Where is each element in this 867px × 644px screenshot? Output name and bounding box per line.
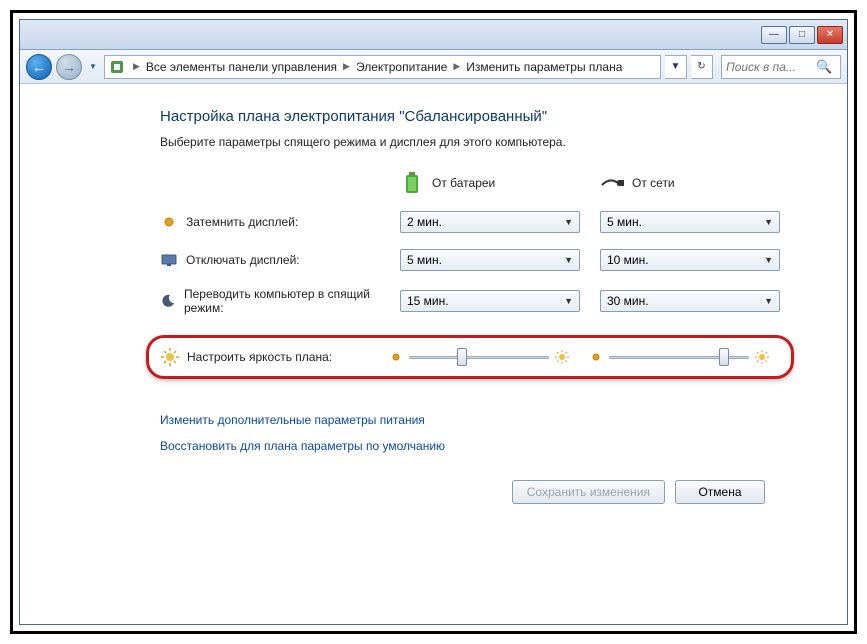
sleep-battery-dropdown[interactable]: 15 мин.▼ bbox=[400, 290, 580, 312]
column-header-plugged: От сети bbox=[600, 171, 780, 195]
breadcrumb-seg-0[interactable]: Все элементы панели управления bbox=[144, 60, 339, 74]
sleep-plugged-dropdown[interactable]: 30 мин.▼ bbox=[600, 290, 780, 312]
row-label-off: Отключать дисплей: bbox=[160, 251, 380, 269]
breadcrumb-dropdown[interactable]: ▼ bbox=[665, 55, 687, 79]
chevron-down-icon: ▼ bbox=[564, 217, 573, 227]
off-plugged-dropdown[interactable]: 10 мин.▼ bbox=[600, 249, 780, 271]
column-header-battery-label: От батареи bbox=[432, 176, 495, 190]
control-panel-icon bbox=[109, 59, 125, 75]
nav-history-dropdown[interactable]: ▼ bbox=[86, 57, 100, 77]
sun-dim-icon bbox=[389, 350, 403, 364]
page-subtitle: Выберите параметры спящего режима и дисп… bbox=[160, 135, 787, 149]
nav-forward-button[interactable]: → bbox=[56, 54, 82, 80]
nav-back-button[interactable]: ← bbox=[26, 54, 52, 80]
sun-bright-icon bbox=[755, 350, 769, 364]
display-off-icon bbox=[160, 251, 178, 269]
row-label-brightness: Настроить яркость плана: bbox=[161, 348, 369, 366]
breadcrumb[interactable]: ▶ Все элементы панели управления ▶ Элект… bbox=[104, 55, 661, 79]
sun-bright-icon bbox=[555, 350, 569, 364]
brightness-row-highlight: Настроить яркость плана: bbox=[146, 335, 794, 379]
chevron-down-icon: ▼ bbox=[564, 296, 573, 306]
dim-plugged-dropdown[interactable]: 5 мин.▼ bbox=[600, 211, 780, 233]
row-label-sleep: Переводить компьютер в спящий режим: bbox=[160, 287, 380, 315]
advanced-settings-link[interactable]: Изменить дополнительные параметры питани… bbox=[160, 413, 787, 427]
column-header-plugged-label: От сети bbox=[632, 176, 675, 190]
chevron-down-icon: ▼ bbox=[764, 217, 773, 227]
sun-dim-icon bbox=[589, 350, 603, 364]
links-section: Изменить дополнительные параметры питани… bbox=[160, 413, 787, 453]
cancel-button[interactable]: Отмена bbox=[675, 480, 765, 504]
chevron-right-icon: ▶ bbox=[339, 61, 354, 72]
arrow-right-icon: → bbox=[62, 59, 76, 75]
search-box[interactable]: 🔍 bbox=[721, 55, 841, 79]
battery-icon bbox=[400, 171, 424, 195]
minimize-button[interactable]: — bbox=[761, 26, 787, 44]
sleep-icon bbox=[160, 292, 176, 310]
arrow-left-icon: ← bbox=[32, 59, 46, 75]
refresh-icon: ↻ bbox=[697, 61, 705, 72]
chevron-down-icon: ▼ bbox=[764, 255, 773, 265]
search-input[interactable] bbox=[726, 60, 816, 74]
off-battery-dropdown[interactable]: 5 мин.▼ bbox=[400, 249, 580, 271]
page-title: Настройка плана электропитания "Сбаланси… bbox=[160, 108, 787, 125]
content-area: Настройка плана электропитания "Сбаланси… bbox=[20, 84, 847, 624]
slider-thumb[interactable] bbox=[719, 348, 729, 366]
breadcrumb-seg-1[interactable]: Электропитание bbox=[354, 60, 449, 74]
brightness-plugged-slider[interactable] bbox=[609, 349, 749, 365]
search-icon: 🔍 bbox=[816, 59, 832, 75]
chevron-right-icon: ▶ bbox=[449, 61, 464, 72]
outer-frame: — □ ✕ ← → ▼ ▶ Все элементы панели управл… bbox=[10, 10, 857, 634]
dim-battery-dropdown[interactable]: 2 мин.▼ bbox=[400, 211, 580, 233]
restore-defaults-link[interactable]: Восстановить для плана параметры по умол… bbox=[160, 439, 787, 453]
brightness-icon bbox=[161, 348, 179, 366]
brightness-plugged-cell bbox=[589, 349, 769, 365]
dim-icon bbox=[160, 213, 178, 231]
window: — □ ✕ ← → ▼ ▶ Все элементы панели управл… bbox=[19, 19, 848, 625]
refresh-button[interactable]: ↻ bbox=[691, 55, 713, 79]
chevron-down-icon: ▼ bbox=[764, 296, 773, 306]
plug-icon bbox=[600, 171, 624, 195]
column-header-battery: От батареи bbox=[400, 171, 580, 195]
row-label-dim: Затемнить дисплей: bbox=[160, 213, 380, 231]
maximize-button[interactable]: □ bbox=[789, 26, 815, 44]
chevron-down-icon: ▼ bbox=[564, 255, 573, 265]
titlebar: — □ ✕ bbox=[20, 20, 847, 50]
chevron-right-icon: ▶ bbox=[129, 61, 144, 72]
navbar: ← → ▼ ▶ Все элементы панели управления ▶… bbox=[20, 50, 847, 84]
brightness-battery-cell bbox=[389, 349, 569, 365]
slider-thumb[interactable] bbox=[457, 348, 467, 366]
breadcrumb-seg-2[interactable]: Изменить параметры плана bbox=[464, 60, 624, 74]
save-button[interactable]: Сохранить изменения bbox=[512, 480, 665, 504]
close-button[interactable]: ✕ bbox=[817, 26, 843, 44]
settings-grid: От батареи От сети Затемнить дисплей: 2 … bbox=[160, 171, 787, 383]
button-row: Сохранить изменения Отмена bbox=[160, 465, 787, 518]
brightness-battery-slider[interactable] bbox=[409, 349, 549, 365]
